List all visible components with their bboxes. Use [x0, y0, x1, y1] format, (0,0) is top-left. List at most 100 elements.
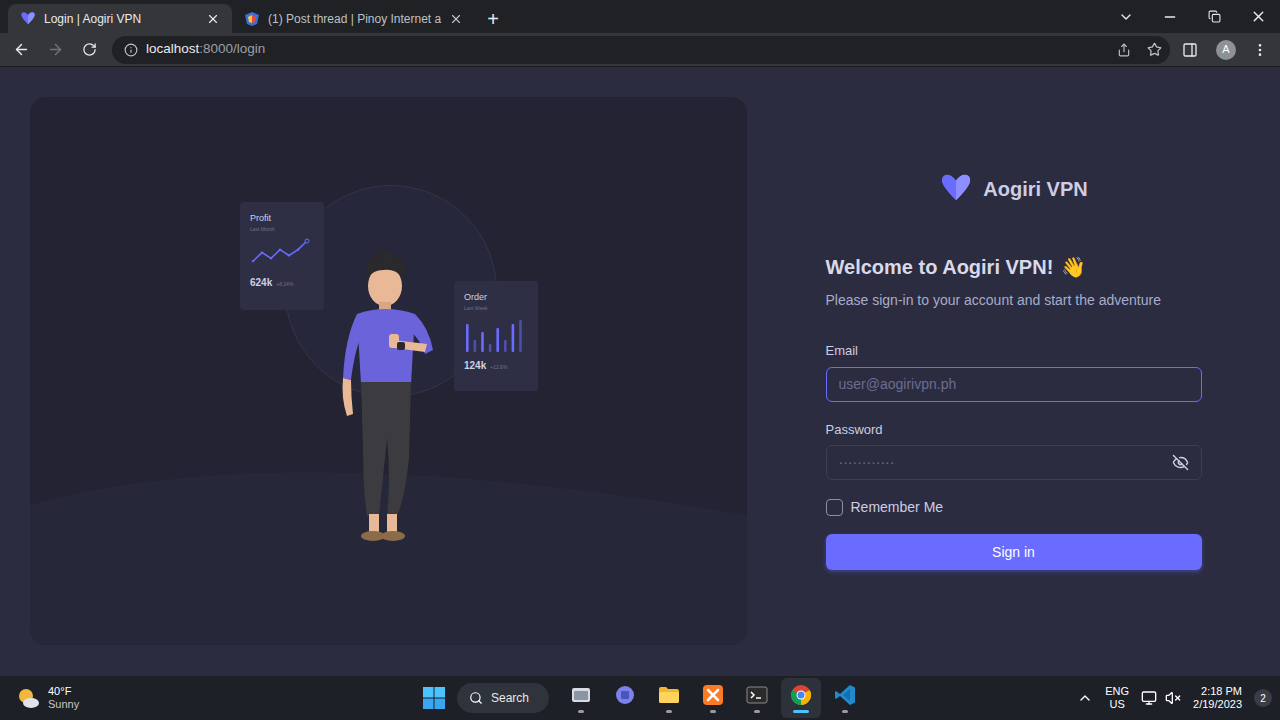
minimize-button[interactable] [1148, 9, 1192, 25]
taskbar-app[interactable] [693, 678, 733, 718]
sun-cloud-icon [16, 687, 40, 709]
profit-point [252, 260, 254, 262]
forward-button[interactable] [40, 41, 70, 58]
running-indicator [578, 710, 584, 713]
order-card: OrderLast Week124k+12.6% [454, 281, 538, 391]
taskbar-app[interactable] [737, 678, 777, 718]
quick-settings[interactable] [1141, 690, 1181, 706]
profit-card: ProfitLast Month624k+8.24% [240, 202, 324, 310]
remember-checkbox[interactable] [826, 499, 843, 516]
browser-tab[interactable]: Login | Aogiri VPN [8, 4, 232, 33]
toolbar: localhost:8000/login A [0, 33, 1280, 67]
running-indicator [793, 710, 809, 713]
system-tray: ENGUS 2:18 PM2/19/2023 2 [865, 685, 1280, 710]
profit-change: +8.24% [276, 281, 293, 289]
close-button[interactable] [1236, 8, 1280, 25]
order-bar [496, 328, 499, 352]
taskbar-app[interactable] [825, 678, 865, 718]
menu-dots-icon [1252, 42, 1268, 58]
vscode-icon [833, 683, 857, 707]
aogiri-logo-icon [939, 172, 973, 206]
illustration: ProfitLast Month624k+8.24%OrderLast Week… [240, 192, 537, 550]
order-bar-chart [464, 316, 526, 354]
eye-off-icon[interactable] [1172, 454, 1189, 471]
person-illustration-icon [335, 248, 437, 548]
address-bar[interactable]: localhost:8000/login [112, 36, 1170, 64]
notification-badge[interactable]: 2 [1254, 689, 1272, 707]
clock[interactable]: 2:18 PM2/19/2023 [1193, 685, 1242, 710]
profit-line-chart [250, 237, 310, 271]
tab-search-button[interactable] [1104, 9, 1148, 25]
forum-favicon-icon [244, 11, 260, 27]
tab-title: Login | Aogiri VPN [44, 10, 198, 28]
search-label: Search [491, 689, 529, 707]
show-hidden-icons-icon[interactable] [1077, 690, 1093, 706]
order-bar [474, 340, 477, 352]
profile-avatar[interactable]: A [1216, 40, 1236, 60]
language-indicator[interactable]: ENGUS [1105, 685, 1129, 710]
bookmark-star-icon[interactable] [1147, 42, 1162, 57]
menu-button[interactable] [1246, 42, 1274, 58]
floor-wave-icon [30, 445, 747, 645]
taskbar-center: Search [415, 678, 865, 718]
brand-name: Aogiri VPN [983, 174, 1087, 204]
clock-date: 2/19/2023 [1193, 698, 1242, 711]
screen: Login | Aogiri VPN (1) Post thread | Pino… [0, 0, 1280, 720]
windows-logo-icon [423, 687, 445, 709]
tab-strip: Login | Aogiri VPN (1) Post thread | Pino… [0, 0, 1280, 33]
order-card-title: Order [464, 291, 528, 305]
taskbar-app[interactable] [781, 678, 821, 718]
site-info-icon[interactable] [124, 43, 138, 57]
url: localhost:8000/login [146, 39, 265, 59]
reload-button[interactable] [74, 42, 104, 57]
window-controls [1104, 0, 1280, 33]
sign-in-button[interactable]: Sign in [826, 534, 1202, 570]
aogiri-favicon-icon [20, 11, 36, 27]
running-indicator [754, 710, 760, 713]
explorer-icon [569, 683, 593, 707]
field-label: Email [826, 341, 1202, 361]
order-bar [466, 324, 469, 352]
tab-title: (1) Post thread | Pinoy Internet a [268, 10, 441, 28]
taskbar-app[interactable] [561, 678, 601, 718]
password-input[interactable] [826, 445, 1202, 480]
order-card-subtitle: Last Week [464, 305, 528, 313]
running-indicator [710, 710, 716, 713]
welcome-title: Welcome to Aogiri VPN!👋 [826, 252, 1202, 282]
side-panel-button[interactable] [1174, 42, 1206, 58]
profit-point [279, 249, 281, 251]
profit-point [305, 239, 309, 243]
remember-me[interactable]: Remember Me [826, 497, 1202, 518]
taskbar: 40°FSunny Search ENGUS 2:18 PM2/19/2023 2 [0, 675, 1280, 720]
start-button[interactable] [415, 679, 453, 717]
input-field[interactable] [839, 452, 1164, 473]
weather-widget[interactable]: 40°FSunny [0, 685, 415, 710]
profit-point [297, 249, 299, 251]
minimize-icon [1162, 9, 1178, 25]
chevron-down-icon [1118, 9, 1134, 25]
browser-tab[interactable]: (1) Post thread | Pinoy Internet a [232, 4, 475, 33]
share-icon[interactable] [1117, 43, 1131, 57]
login-form: Aogiri VPNWelcome to Aogiri VPN!👋Please … [826, 172, 1202, 570]
order-bar [504, 340, 507, 352]
xampp-icon [701, 683, 725, 707]
taskbar-search[interactable]: Search [457, 683, 549, 713]
running-indicator [666, 710, 672, 713]
login-page: ProfitLast Month624k+8.24%OrderLast Week… [0, 67, 1280, 675]
email-input[interactable] [826, 367, 1202, 402]
input-field[interactable] [839, 374, 1189, 395]
order-value: 124k [464, 358, 486, 373]
close-tab-icon[interactable] [449, 12, 463, 26]
new-tab-button[interactable]: + [475, 4, 511, 33]
profit-card-title: Profit [250, 212, 314, 226]
login-column: Aogiri VPNWelcome to Aogiri VPN!👋Please … [747, 97, 1280, 645]
profit-value: 624k [250, 275, 272, 290]
taskbar-app[interactable] [605, 678, 645, 718]
side-panel-icon [1182, 42, 1198, 58]
restore-button[interactable] [1192, 10, 1236, 23]
taskbar-app[interactable] [649, 678, 689, 718]
network-icon [1141, 690, 1157, 706]
back-button[interactable] [6, 41, 36, 58]
teams-icon [613, 683, 637, 707]
close-tab-icon[interactable] [206, 12, 220, 26]
